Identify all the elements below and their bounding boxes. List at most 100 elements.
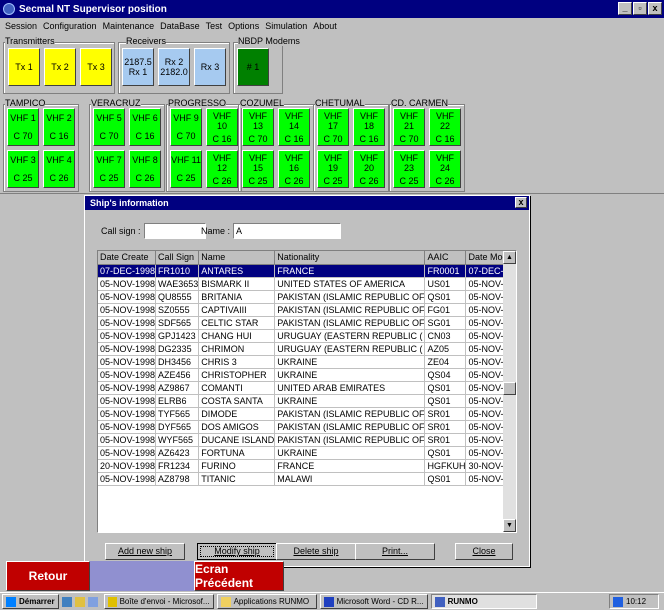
station-label: CD. CARMEN bbox=[391, 98, 449, 108]
print-button[interactable]: Print... bbox=[355, 543, 435, 560]
desktop-icon[interactable] bbox=[61, 596, 72, 607]
ecran-precedent-button[interactable]: Ecran Précédent bbox=[194, 561, 284, 591]
scroll-down-icon[interactable]: ▼ bbox=[503, 519, 516, 532]
table-cell: FR1010 bbox=[155, 264, 200, 278]
vhf-button[interactable]: VHF 2C 16 bbox=[43, 108, 75, 146]
vhf-button[interactable]: VHF 12 C 26 bbox=[206, 150, 238, 188]
name-input[interactable]: A bbox=[233, 223, 342, 239]
delete-ship-button[interactable]: Delete ship bbox=[276, 543, 356, 560]
ships-info-dialog: Ship's information x Call sign : Name : … bbox=[84, 195, 530, 567]
table-row[interactable]: 05-NOV-1998 AZ9867 COMANTI UNITED ARAB EMIR… bbox=[98, 381, 516, 395]
vhf-button[interactable]: VHF 17 C 70 bbox=[317, 108, 349, 146]
vhf-button[interactable]: VHF 11 C 25 bbox=[170, 150, 202, 188]
close-dialog-button[interactable]: Close bbox=[455, 543, 513, 560]
modify-ship-button[interactable]: Modify ship bbox=[197, 543, 277, 560]
menu-about[interactable]: About bbox=[310, 21, 340, 31]
scroll-thumb[interactable] bbox=[503, 382, 516, 395]
table-cell: ELRB6 bbox=[155, 394, 200, 408]
close-button[interactable]: x bbox=[648, 2, 662, 15]
vhf-button[interactable]: VHF 4C 26 bbox=[43, 150, 75, 188]
table-vertical-scrollbar[interactable]: ▲ ▼ bbox=[503, 251, 516, 532]
menu-maintenance[interactable]: Maintenance bbox=[100, 21, 158, 31]
table-cell: SG01 bbox=[424, 316, 467, 330]
vhf-button[interactable]: VHF 15 C 25 bbox=[242, 150, 274, 188]
table-row[interactable]: 07-DEC-1998 FR1010 ANTARES FRANCE FR0001 07-D… bbox=[98, 264, 516, 278]
start-button[interactable]: Démarrer bbox=[2, 594, 59, 609]
table-row[interactable]: 05-NOV-1998 SZ0555 CAPTIVAIII PAKISTAN (ISL… bbox=[98, 303, 516, 317]
table-row[interactable]: 05-NOV-1998 AZE456 CHRISTOPHER UKRAINE QS04 0… bbox=[98, 368, 516, 382]
vhf-button[interactable]: VHF 5C 70 bbox=[93, 108, 125, 146]
callsign-input[interactable] bbox=[143, 223, 206, 239]
table-cell: QS01 bbox=[424, 381, 467, 395]
outlook-icon[interactable] bbox=[87, 596, 98, 607]
station-label: COZUMEL bbox=[240, 98, 285, 108]
vhf-button[interactable]: VHF 7C 25 bbox=[93, 150, 125, 188]
scroll-up-icon[interactable]: ▲ bbox=[503, 251, 516, 264]
explorer-icon[interactable] bbox=[74, 596, 85, 607]
tx-1-button[interactable]: Tx 1 bbox=[8, 48, 40, 86]
task-applications-runmo[interactable]: Applications RUNMO bbox=[216, 594, 317, 609]
vhf-button[interactable]: VHF 21 C 70 bbox=[393, 108, 425, 146]
tx-2-button[interactable]: Tx 2 bbox=[44, 48, 76, 86]
table-row[interactable]: 05-NOV-1998 TYF565 DIMODE PAKISTAN (ISLAMIC… bbox=[98, 407, 516, 421]
vhf-button[interactable]: VHF 16 C 26 bbox=[278, 150, 310, 188]
task-runmo[interactable]: RUNMO bbox=[430, 594, 537, 609]
table-row[interactable]: 05-NOV-1998 GPJ1423 CHANG HUI URUGUAY (EAST… bbox=[98, 329, 516, 343]
vhf-button[interactable]: VHF 20 C 26 bbox=[353, 150, 385, 188]
column-header[interactable]: Call Sign bbox=[155, 251, 200, 265]
add-new-ship-button[interactable]: Add new ship bbox=[105, 543, 185, 560]
column-header[interactable]: Name bbox=[198, 251, 276, 265]
task-word[interactable]: Microsoft Word - CD R... bbox=[319, 594, 428, 609]
menu-configuration[interactable]: Configuration bbox=[40, 21, 100, 31]
station-label: CHETUMAL bbox=[315, 98, 365, 108]
vhf-button[interactable]: VHF 23 C 25 bbox=[393, 150, 425, 188]
rx-1-button[interactable]: 2187.5 Rx 1 bbox=[122, 48, 154, 86]
vhf-button[interactable]: VHF 19 C 25 bbox=[317, 150, 349, 188]
vhf-button[interactable]: VHF 18 C 16 bbox=[353, 108, 385, 146]
table-cell: UKRAINE bbox=[274, 446, 426, 460]
table-row[interactable]: 05-NOV-1998 DH3456 CHRIS 3 UKRAINE ZE04 05-NO… bbox=[98, 355, 516, 369]
minimize-button[interactable]: _ bbox=[618, 2, 632, 15]
table-cell: 05-NOV-1998 bbox=[98, 420, 157, 434]
vhf-button[interactable]: VHF 22 C 16 bbox=[429, 108, 461, 146]
table-row[interactable]: 05-NOV-1998 AZ8798 TITANIC MALAWI QS01 05-NOV… bbox=[98, 472, 516, 486]
menu-session[interactable]: Session bbox=[2, 21, 40, 31]
vhf-button[interactable]: VHF 8C 26 bbox=[129, 150, 161, 188]
retour-button[interactable]: Retour bbox=[6, 561, 90, 591]
vhf-button[interactable]: VHF 9C 70 bbox=[170, 108, 202, 146]
table-row[interactable]: 20-NOV-1998 FR1234 FURINO FRANCE HGFKUH 30-NO… bbox=[98, 459, 516, 473]
vhf-button[interactable]: VHF 1C 70 bbox=[7, 108, 39, 146]
vhf-button[interactable]: VHF 13 C 70 bbox=[242, 108, 274, 146]
vhf-button[interactable]: VHF 6C 16 bbox=[129, 108, 161, 146]
vhf-button[interactable]: VHF 14 C 16 bbox=[278, 108, 310, 146]
dialog-close-icon[interactable]: x bbox=[515, 197, 527, 208]
table-cell: CHRIMON bbox=[198, 342, 276, 356]
network-icon[interactable] bbox=[613, 596, 623, 607]
table-row[interactable]: 05-NOV-1998 QU8555 BRITANIA PAKISTAN (ISLAM… bbox=[98, 290, 516, 304]
vhf-button[interactable]: VHF 24 C 26 bbox=[429, 150, 461, 188]
menu-database[interactable]: DataBase bbox=[157, 21, 203, 31]
menu-simulation[interactable]: Simulation bbox=[262, 21, 310, 31]
table-cell: 05-NOV-1998 bbox=[98, 290, 157, 304]
column-header[interactable]: Nationality bbox=[274, 251, 426, 265]
column-header[interactable]: Date Create bbox=[98, 251, 157, 265]
tx-3-button[interactable]: Tx 3 bbox=[80, 48, 112, 86]
table-row[interactable]: 05-NOV-1998 ELRB6 COSTA SANTA UKRAINE QS01 05… bbox=[98, 394, 516, 408]
vhf-button[interactable]: VHF 3C 25 bbox=[7, 150, 39, 188]
nbdp-modem-1-button[interactable]: # 1 bbox=[237, 48, 269, 86]
vhf-button[interactable]: VHF 10 C 16 bbox=[206, 108, 238, 146]
table-row[interactable]: 05-NOV-1998 AZ6423 FORTUNA UKRAINE QS01 05-NO… bbox=[98, 446, 516, 460]
column-header[interactable]: AAIC bbox=[424, 251, 467, 265]
table-row[interactable]: 05-NOV-1998 WAE3653 BISMARK II UNITED STATE… bbox=[98, 277, 516, 291]
table-row[interactable]: 05-NOV-1998 DG2335 CHRIMON URUGUAY (EASTERN… bbox=[98, 342, 516, 356]
menu-options[interactable]: Options bbox=[225, 21, 262, 31]
table-row[interactable]: 05-NOV-1998 WYF565 DUCANE ISLAND PAKISTAN (… bbox=[98, 433, 516, 447]
rx-3-button[interactable]: Rx 3 bbox=[194, 48, 226, 86]
table-cell: TITANIC bbox=[198, 472, 276, 486]
maximize-button[interactable]: ▫ bbox=[633, 2, 647, 15]
task-outbox[interactable]: Boîte d'envoi - Microsof... bbox=[103, 594, 214, 609]
rx-2-button[interactable]: Rx 2 2182.0 bbox=[158, 48, 190, 86]
table-row[interactable]: 05-NOV-1998 DYF565 DOS AMIGOS PAKISTAN (ISL… bbox=[98, 420, 516, 434]
table-row[interactable]: 05-NOV-1998 SDF565 CELTIC STAR PAKISTAN (IS… bbox=[98, 316, 516, 330]
menu-test[interactable]: Test bbox=[203, 21, 226, 31]
